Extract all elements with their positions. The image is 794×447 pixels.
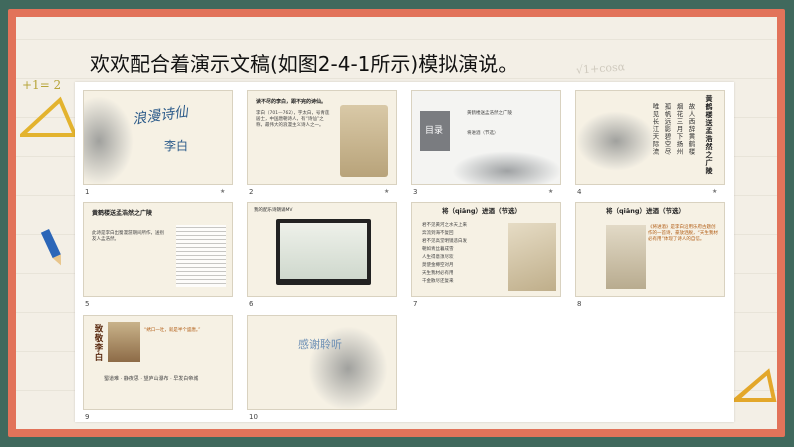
slide-9-title: 致敬李白 (93, 324, 103, 362)
slide-9-body: “绣口一吐，就是半个盛唐。” (144, 328, 201, 333)
slide-3-item-2: 将进酒（节选） (467, 131, 499, 136)
slide-thumbnail-7[interactable]: 将（qiāng）进酒（节选） 君不见黄河之水天上来 奔流到海不复回 君不见高堂明… (411, 202, 561, 297)
slide-5-body: 此诗是李白出蜀漫游期间所作，送别友人孟浩然。 (92, 231, 164, 242)
slide-number-5: 5 (85, 300, 90, 308)
slide-8-title: 将（qiāng）进酒（节选） (606, 207, 686, 215)
tv-picture (280, 223, 367, 279)
slide-6-title: 我的配乐诗朗诵MV (254, 208, 293, 213)
slide-7-line-2: 奔流到海不复回 (422, 231, 454, 236)
slide-8-body: 《将进酒》是李白沿用乐府古题创作的一首诗，豪放洒脱，“天生我材必有用”体现了诗人… (648, 225, 718, 242)
slide-star-icon: ★ (384, 188, 390, 195)
slide-2-title: 读不尽的李白，跟不完的诗仙。 (256, 99, 327, 105)
slide-number-6: 6 (249, 300, 254, 308)
slide-7-title: 将（qiāng）进酒（节选） (442, 207, 522, 215)
slide-thumbnail-3[interactable]: 目录 黄鹤楼送孟浩然之广陵 将进酒（节选） (411, 90, 561, 185)
slide-number-8: 8 (577, 300, 582, 308)
slide-thumbnail-8[interactable]: 将（qiāng）进酒（节选） 《将进酒》是李白沿用乐府古题创作的一首诗，豪放洒脱… (575, 202, 725, 297)
math-deco-left: +1= 2 (22, 78, 62, 92)
slide-4-poem-2: 烟花三月下扬州 (675, 103, 683, 156)
slide-4-poem-4: 唯见长江天际流 (651, 103, 659, 156)
slide-thumbnail-10[interactable]: 感谢聆听 (247, 315, 397, 410)
instruction-heading: 欢欢配合着演示文稿(如图2-4-1所示)模拟演说。 (90, 52, 519, 76)
slide-7-line-7: 天生我材必有用 (422, 271, 454, 276)
slide-7-line-4: 朝如青丝暮成雪 (422, 247, 454, 252)
slide-7-line-5: 人生得意须尽欢 (422, 255, 454, 260)
triangle-deco-icon (730, 368, 777, 402)
slide-number-1: 1 (85, 188, 90, 196)
slide-star-icon: ★ (548, 188, 554, 195)
slide-number-7: 7 (413, 300, 418, 308)
scholar-drawing-image (508, 223, 556, 291)
slide-5-title: 黄鹤楼送孟浩然之广陵 (92, 210, 153, 217)
slide-9-footer: 蜀道难 · 静夜思 · 望庐山瀑布 · 早发白帝城 (104, 376, 199, 382)
slide-4-poem-1: 故人西辞黄鹤楼 (687, 103, 695, 156)
slide-3-item-1: 黄鹤楼送孟浩然之广陵 (467, 111, 512, 116)
slide-number-9: 9 (85, 413, 90, 421)
pagoda-sketch-image (176, 225, 226, 287)
slide-number-4: 4 (577, 188, 582, 196)
slide-thumbnail-9[interactable]: 致敬李白 “绣口一吐，就是半个盛唐。” 蜀道难 · 静夜思 · 望庐山瀑布 · … (83, 315, 233, 410)
slide-8-figure (606, 225, 646, 289)
slide-2-body: 李白（701—762），字太白，号青莲居士，中国唐朝诗人，有“诗仙”之称，最伟大… (256, 111, 330, 128)
slide-thumbnail-5[interactable]: 黄鹤楼送孟浩然之广陵 此诗是李白出蜀漫游期间所作，送别友人孟浩然。 (83, 202, 233, 297)
pencil-icon (40, 228, 61, 266)
slide-star-icon: ★ (220, 188, 226, 195)
slide-number-10: 10 (249, 413, 258, 421)
slide-3-menu-title: 目录 (425, 126, 444, 136)
tv-screen (276, 219, 371, 285)
slide-4-poem-3: 孤帆远影碧空尽 (663, 103, 671, 156)
ink-village-decoration (452, 151, 560, 184)
slide-thumbnail-6[interactable]: 我的配乐诗朗诵MV (247, 202, 397, 297)
slide-9-image (108, 322, 140, 362)
slide-star-icon: ★ (712, 188, 718, 195)
ink-landscape-decoration (576, 111, 656, 171)
li-bai-portrait-image (340, 105, 388, 177)
slide-thumbnail-2[interactable]: 读不尽的李白，跟不完的诗仙。 李白（701—762），字太白，号青莲居士，中国唐… (247, 90, 397, 185)
slide-1-title: 浪漫诗仙 (131, 104, 189, 128)
slide-10-title: 感谢聆听 (298, 338, 342, 351)
slide-7-line-6: 莫使金樽空对月 (422, 263, 454, 268)
slide-thumbnail-1[interactable]: 浪漫诗仙 李白 (83, 90, 233, 185)
slide-7-line-1: 君不见黄河之水天上来 (422, 223, 467, 228)
ink-mountain-decoration (84, 96, 134, 184)
slide-7-line-8: 千金散尽还复来 (422, 279, 454, 284)
slide-4-title: 黄鹤楼送孟浩然之广陵 (705, 95, 713, 175)
slide-7-line-3: 君不见高堂明镜悲白发 (422, 239, 467, 244)
slide-number-2: 2 (249, 188, 254, 196)
slide-1-subtitle: 李白 (164, 139, 189, 153)
set-square-icon (20, 96, 79, 137)
slide-thumbnail-4[interactable]: 黄鹤楼送孟浩然之广陵 故人西辞黄鹤楼 烟花三月下扬州 孤帆远影碧空尽 唯见长江天… (575, 90, 725, 185)
slide-sorter-view: 浪漫诗仙 李白 读不尽的李白，跟不完的诗仙。 李白（701—762），字太白，号… (75, 82, 734, 422)
slide-number-3: 3 (413, 188, 418, 196)
